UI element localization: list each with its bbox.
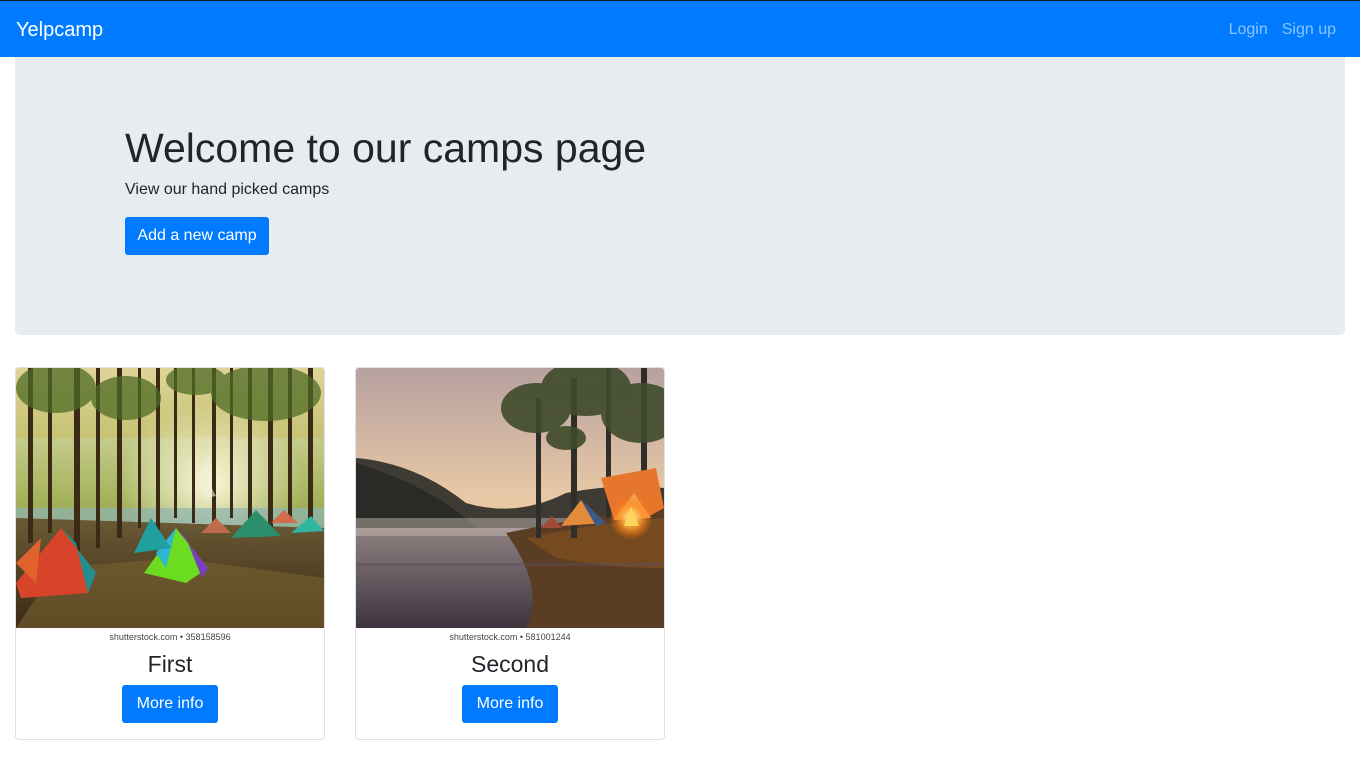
nav-links: Login Sign up [1229, 21, 1336, 39]
camp-card: shutterstock.com • 358158596 First More … [15, 367, 325, 740]
page-title: Welcome to our camps page [125, 125, 647, 171]
brand-link[interactable]: Yelpcamp [16, 19, 103, 42]
camp-name: Second [470, 651, 549, 677]
more-info-button[interactable]: More info [122, 685, 218, 723]
camp-image [356, 368, 664, 628]
camp-name: First [147, 651, 193, 677]
navbar: Yelpcamp Login Sign up [0, 0, 1360, 57]
add-camp-button[interactable]: Add a new camp [125, 217, 269, 255]
more-info-button[interactable]: More info [462, 685, 558, 723]
camp-image [16, 368, 324, 628]
jumbotron: Welcome to our camps page View our hand … [15, 57, 1345, 335]
image-credit: shutterstock.com • 581001244 [449, 632, 571, 642]
camp-card: shutterstock.com • 581001244 Second More… [355, 367, 665, 740]
image-credit: shutterstock.com • 358158596 [109, 632, 231, 642]
page-subtitle: View our hand picked camps [125, 181, 330, 198]
signup-link[interactable]: Sign up [1282, 21, 1336, 39]
login-link[interactable]: Login [1229, 21, 1268, 39]
